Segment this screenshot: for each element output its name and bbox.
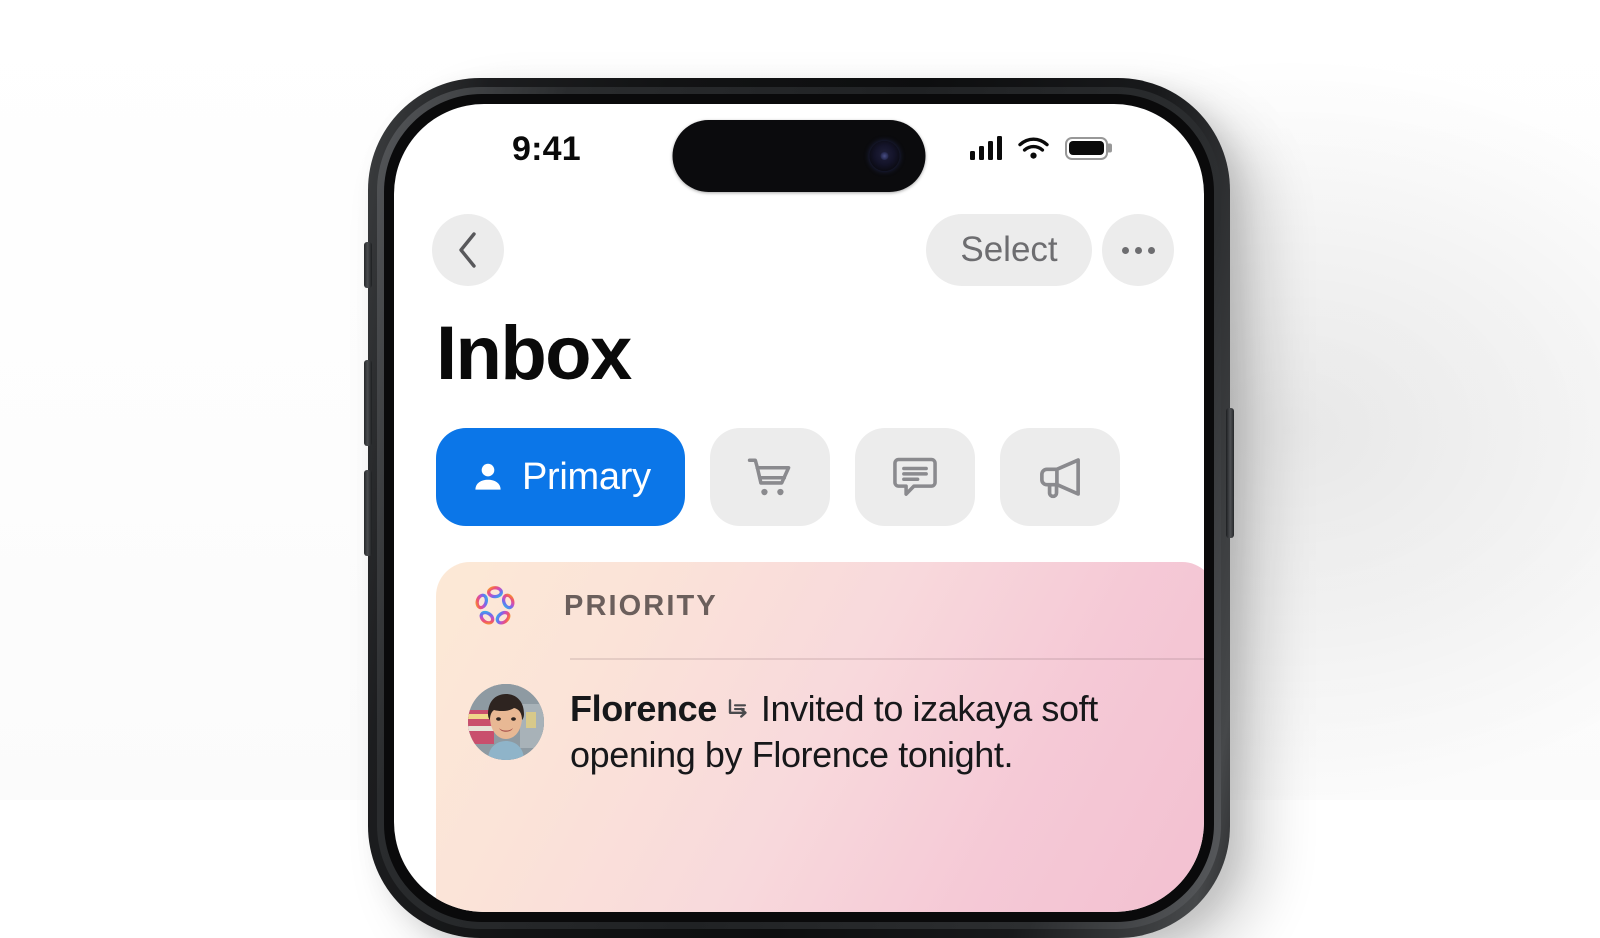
- back-button[interactable]: [432, 214, 504, 286]
- front-camera-icon: [869, 141, 900, 171]
- select-button-label: Select: [960, 230, 1058, 269]
- cellular-bars-icon: [969, 136, 1002, 160]
- chevron-left-icon: [459, 232, 476, 268]
- tab-transactions[interactable]: [709, 428, 830, 526]
- more-options-button[interactable]: [1102, 214, 1174, 286]
- select-button[interactable]: Select: [926, 214, 1092, 286]
- list-item[interactable]: Florence Invited to izakaya soft opening …: [436, 658, 1204, 778]
- sender-name: Florence: [570, 688, 717, 729]
- tab-promotions[interactable]: [999, 428, 1120, 526]
- phone-screen: 9:41 Select Inbox Primary PRIORITY Flore…: [394, 104, 1204, 912]
- avatar: [468, 684, 544, 760]
- iphone-device-frame: 9:41 Select Inbox Primary PRIORITY Flore…: [364, 78, 1234, 938]
- dynamic-island[interactable]: [672, 120, 926, 192]
- chat-bubble-icon: [892, 457, 937, 496]
- status-bar-indicators: [969, 136, 1108, 160]
- list-item-text: Florence Invited to izakaya soft opening …: [570, 684, 1176, 778]
- status-bar: 9:41: [394, 104, 1204, 208]
- status-bar-clock: 9:41: [512, 130, 581, 168]
- megaphone-icon: [1039, 458, 1080, 499]
- shopping-cart-icon: [747, 458, 791, 496]
- power-button[interactable]: [1226, 408, 1234, 538]
- contact-photo: [468, 684, 544, 760]
- wifi-icon: [1018, 137, 1049, 159]
- battery-icon: [1065, 136, 1108, 160]
- ellipsis-icon: [1121, 246, 1155, 254]
- forwarded-icon: [728, 699, 747, 718]
- volume-down-button[interactable]: [364, 470, 372, 556]
- mute-switch-button[interactable]: [364, 242, 372, 288]
- apple-intelligence-icon: [475, 586, 515, 625]
- priority-label: PRIORITY: [564, 589, 718, 622]
- page-title: Inbox: [436, 311, 632, 396]
- volume-up-button[interactable]: [364, 360, 372, 446]
- tab-primary-label: Primary: [522, 455, 651, 498]
- category-tabs: Primary: [436, 428, 1120, 526]
- tab-updates[interactable]: [854, 428, 975, 526]
- priority-header: PRIORITY: [436, 562, 1204, 650]
- tab-primary[interactable]: Primary: [436, 428, 685, 526]
- person-icon: [475, 463, 501, 490]
- priority-card[interactable]: PRIORITY Florence Invited to izakaya sof…: [436, 562, 1204, 912]
- navigation-bar: Select: [394, 208, 1204, 300]
